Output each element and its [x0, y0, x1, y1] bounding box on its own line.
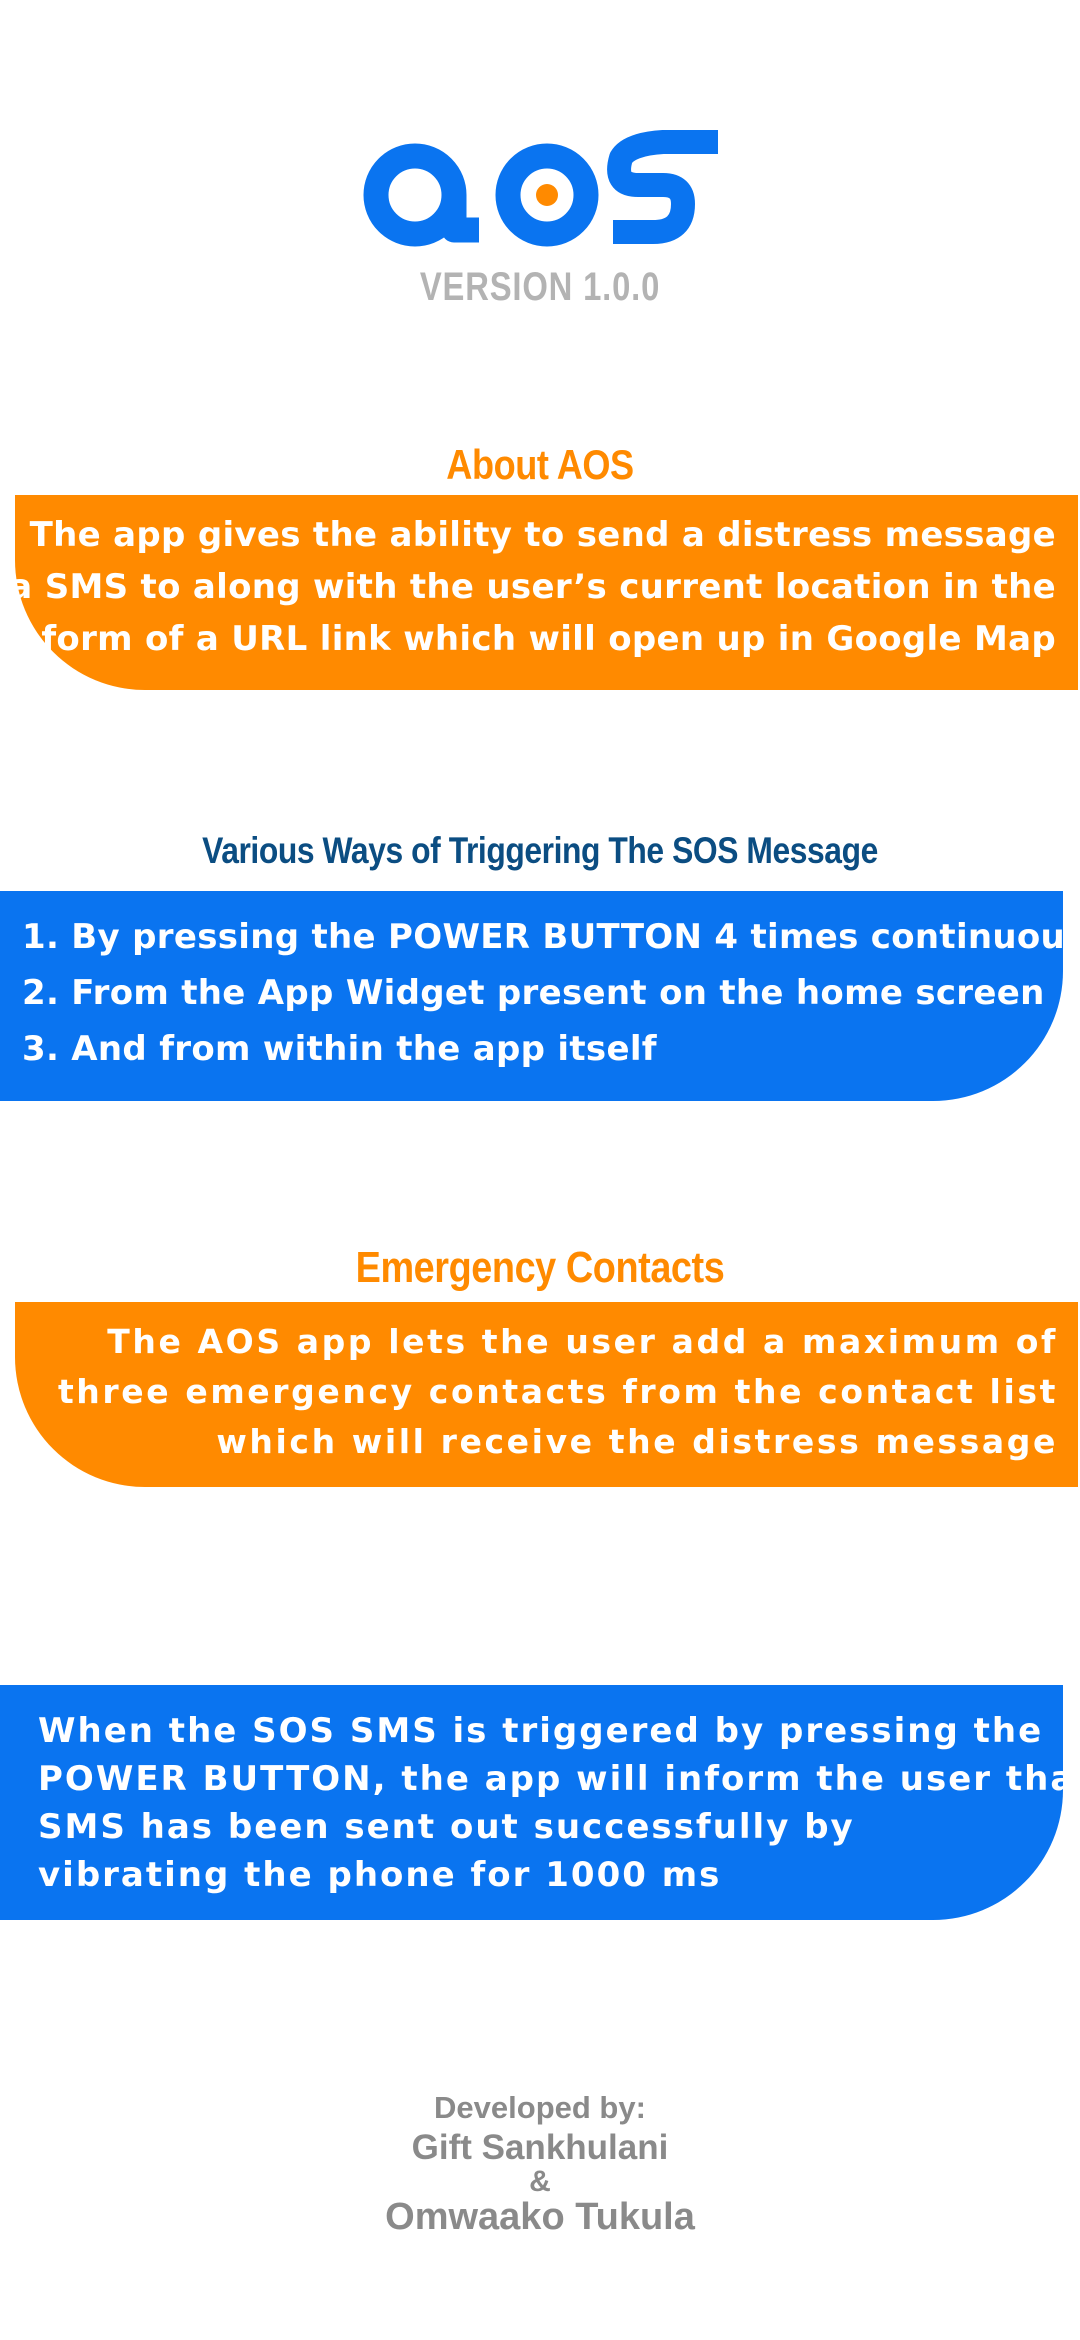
feedback-line: SMS has been sent out successfully by — [38, 1807, 855, 1847]
app-logo — [0, 130, 1080, 260]
feedback-description: When the SOS SMS is triggered by pressin… — [38, 1707, 1080, 1899]
credits-heading: Developed by: — [434, 2090, 646, 2125]
credits-separator: & — [529, 2165, 551, 2198]
about-description: The app gives the ability to send a dist… — [0, 509, 1056, 665]
trigger-item: 1. By pressing the POWER BUTTON 4 times … — [22, 917, 1080, 957]
feedback-banner: When the SOS SMS is triggered by pressin… — [0, 1685, 1080, 1920]
trigger-item: 3. And from within the app itself — [22, 1029, 657, 1069]
emergency-title: Emergency Contacts — [355, 1243, 725, 1292]
about-line: form of a URL link which will open up in… — [41, 619, 1056, 659]
emergency-line: which will receive the distress message — [216, 1422, 1058, 1461]
emergency-banner: The AOS app lets the user add a maximum … — [15, 1302, 1078, 1487]
feedback-line: When the SOS SMS is triggered by pressin… — [38, 1711, 1044, 1751]
developer-name-2: Omwaako Tukula — [385, 2196, 695, 2238]
about-banner: The app gives the ability to send a dist… — [0, 495, 1078, 690]
about-line: The app gives the ability to send a dist… — [29, 515, 1056, 555]
triggers-list: 1. By pressing the POWER BUTTON 4 times … — [22, 909, 1080, 1077]
logo-letter-a-tail — [441, 195, 479, 243]
aos-logo-icon — [363, 130, 718, 247]
about-line: via SMS to along with the user’s current… — [0, 567, 1056, 607]
emergency-description: The AOS app lets the user add a maximum … — [58, 1317, 1058, 1467]
emergency-line: three emergency contacts from the contac… — [57, 1372, 1058, 1411]
about-title: About AOS — [446, 441, 634, 488]
developer-name-1: Gift Sankhulani — [411, 2128, 669, 2167]
triggers-title: Various Ways of Triggering The SOS Messa… — [202, 830, 878, 871]
emergency-line: The AOS app lets the user add a maximum … — [107, 1322, 1058, 1361]
feedback-line: POWER BUTTON, the app will inform the us… — [38, 1759, 1080, 1799]
app-version: VERSION 1.0.0 — [419, 265, 661, 309]
logo-letter-s — [607, 130, 718, 244]
triggers-banner: 1. By pressing the POWER BUTTON 4 times … — [0, 891, 1080, 1101]
trigger-item: 2. From the App Widget present on the ho… — [22, 973, 1045, 1013]
feedback-line: vibrating the phone for 1000 ms — [38, 1855, 722, 1895]
logo-orange-dot — [536, 184, 558, 206]
